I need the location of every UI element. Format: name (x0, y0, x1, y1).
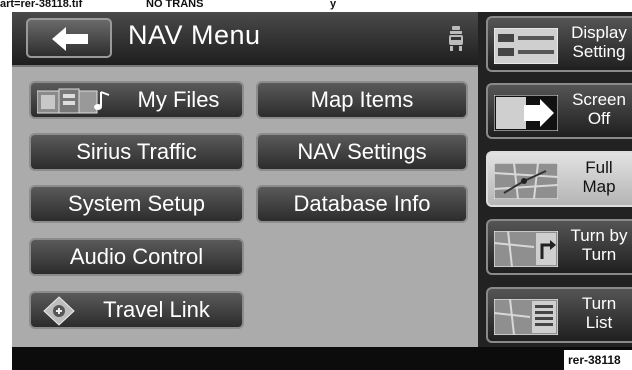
caption-extra: y (330, 0, 337, 10)
system-setup-label: System Setup (68, 191, 205, 216)
display-settings-icon (494, 28, 558, 64)
map-items-label: Map Items (310, 87, 414, 112)
nav-settings-button[interactable]: NAV Settings (256, 133, 468, 171)
figure-code: rer-38118 (564, 350, 632, 370)
sirius-traffic-label: Sirius Traffic (76, 139, 197, 164)
page-title: NAV Menu (128, 20, 261, 50)
travel-link-label: Travel Link (103, 297, 210, 322)
my-files-button[interactable]: My Files (29, 81, 244, 119)
audio-control-button[interactable]: Audio Control (29, 238, 244, 276)
header-bar: NAV Menu (12, 12, 478, 67)
turn-by-turn-icon (494, 231, 558, 267)
nav-settings-label: NAV Settings (297, 139, 427, 164)
sirius-traffic-button[interactable]: Sirius Traffic (29, 133, 244, 171)
travel-link-button[interactable]: Travel Link (29, 291, 244, 329)
screen-off-label: Screen Off (572, 90, 626, 128)
full-map-label: Full Map (582, 158, 616, 196)
turn-list-label: Turn List (581, 294, 617, 332)
display-settings-label: Display Setting (571, 23, 627, 61)
system-setup-button[interactable]: System Setup (29, 185, 244, 223)
my-files-icon (37, 88, 110, 114)
turn-list-icon (494, 299, 558, 335)
sidebar: Display Setting Screen Off Full Map Turn… (478, 12, 632, 347)
screen-off-button[interactable]: Screen Off (486, 83, 632, 139)
art-reference: art=rer-38118.tif (0, 0, 83, 10)
trans-label: NO TRANS (146, 0, 204, 10)
travel-link-icon (43, 296, 75, 326)
turn-list-button[interactable]: Turn List (486, 287, 632, 343)
turn-by-turn-button[interactable]: Turn by Turn (486, 219, 632, 275)
database-info-label: Database Info (293, 191, 431, 216)
database-info-button[interactable]: Database Info (256, 185, 468, 223)
bottom-bar (12, 347, 632, 370)
audio-control-label: Audio Control (69, 244, 204, 269)
nav-screen: NAV Menu My Files Map Items Sirius Traff… (12, 12, 632, 370)
menu-panel: My Files Map Items Sirius Traffic NAV Se… (12, 67, 478, 347)
car-icon (449, 26, 463, 51)
back-button[interactable] (26, 18, 112, 58)
my-files-label: My Files (137, 87, 220, 112)
display-settings-button[interactable]: Display Setting (486, 16, 632, 72)
full-map-button[interactable]: Full Map (486, 151, 632, 207)
turn-by-turn-label: Turn by Turn (570, 226, 628, 264)
back-arrow-icon (52, 27, 88, 51)
screen-off-icon (494, 95, 558, 131)
map-items-button[interactable]: Map Items (256, 81, 468, 119)
full-map-icon (494, 163, 558, 199)
